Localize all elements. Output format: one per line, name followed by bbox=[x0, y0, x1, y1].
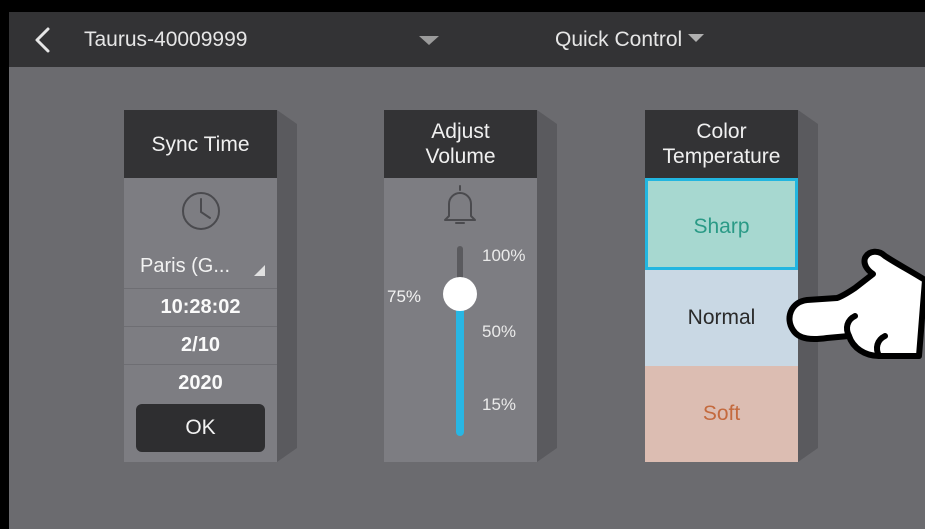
mode-selector[interactable]: Quick Control bbox=[555, 26, 705, 54]
pointing-hand-icon bbox=[786, 248, 925, 359]
color-temperature-title-line1: Color bbox=[696, 120, 747, 143]
time-value[interactable]: 10:28:02 bbox=[124, 288, 277, 326]
device-name: Taurus-40009999 bbox=[84, 28, 248, 51]
volume-panel-side bbox=[537, 110, 557, 462]
quick-control-screen: Taurus-40009999 Quick Control Sync Time … bbox=[9, 12, 925, 529]
date-value[interactable]: 2/10 bbox=[124, 326, 277, 364]
sync-time-panel: Sync Time Paris (G... 10:28:02 2/10 2020… bbox=[124, 110, 277, 462]
bell-icon bbox=[444, 185, 476, 224]
device-dropdown-icon[interactable] bbox=[419, 36, 439, 45]
volume-panel: Adjust Volume 75% 100% 50% 15% bbox=[384, 110, 537, 462]
year-value[interactable]: 2020 bbox=[124, 364, 277, 402]
normal-option[interactable]: Normal bbox=[645, 270, 798, 366]
volume-mark-100: 100% bbox=[482, 246, 526, 265]
color-temperature-title-line2: Temperature bbox=[662, 145, 781, 168]
sync-time-title: Sync Time bbox=[124, 110, 277, 178]
city-label: Paris (G... bbox=[140, 255, 231, 277]
volume-slider-thumb[interactable] bbox=[443, 277, 477, 311]
dropdown-corner-icon bbox=[254, 265, 265, 276]
volume-title-line2: Volume bbox=[425, 145, 496, 168]
chevron-left-icon[interactable] bbox=[30, 26, 56, 54]
soft-option[interactable]: Soft bbox=[645, 366, 798, 462]
city-dropdown[interactable]: Paris (G... bbox=[124, 246, 277, 286]
volume-current-label: 75% bbox=[387, 287, 422, 306]
volume-title: Adjust Volume bbox=[384, 110, 537, 178]
volume-mark-15: 15% bbox=[482, 395, 517, 414]
volume-mark-50: 50% bbox=[482, 322, 517, 341]
color-temperature-panel: Color Temperature Sharp Normal Soft bbox=[645, 110, 798, 462]
ok-button[interactable]: OK bbox=[136, 404, 265, 452]
sharp-option[interactable]: Sharp bbox=[645, 178, 798, 270]
triangle-down-icon bbox=[688, 34, 705, 43]
top-bar: Taurus-40009999 Quick Control bbox=[9, 12, 925, 67]
mode-label: Quick Control bbox=[555, 28, 683, 51]
volume-track-fill[interactable] bbox=[456, 294, 464, 436]
volume-title-line1: Adjust bbox=[431, 120, 490, 143]
sync-time-panel-side bbox=[277, 110, 297, 462]
color-temperature-title: Color Temperature bbox=[645, 110, 798, 178]
clock-icon bbox=[182, 192, 220, 230]
